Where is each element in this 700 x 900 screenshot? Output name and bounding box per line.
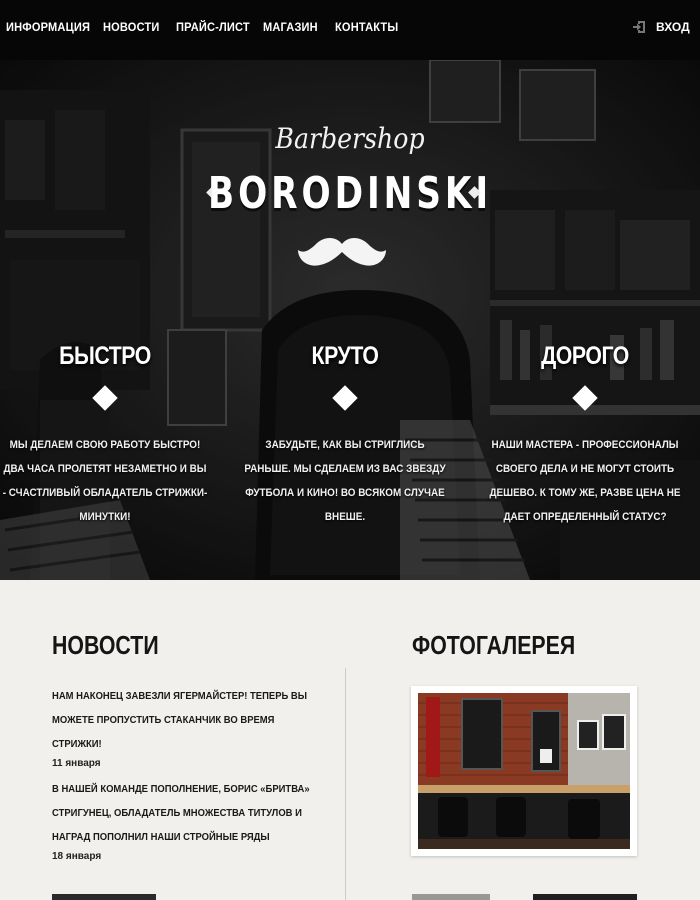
news-item-text[interactable]: В НАШЕЙ КОМАНДЕ ПОПОЛНЕНИЕ, БОРИС «БРИТВ…: [52, 777, 322, 849]
barbershop-script-title: Barbershop: [275, 122, 425, 155]
news-heading: НОВОСТИ: [52, 630, 159, 660]
news-item-text[interactable]: НАМ НАКОНЕЦ ЗАВЕЗЛИ ЯГЕРМАЙСТЕР! ТЕПЕРЬ …: [52, 684, 322, 756]
feature-title: КРУТО: [311, 342, 379, 370]
nav-item-shop[interactable]: МАГАЗИН: [263, 20, 318, 34]
login-button[interactable]: ВХОД: [632, 19, 690, 35]
feature-cool: КРУТО ЗАБУДЬТЕ, КАК ВЫ СТРИГЛИСЬ РАНЬШЕ.…: [230, 342, 460, 529]
gallery-next-button[interactable]: [533, 894, 637, 900]
mustache-icon: [298, 238, 386, 266]
login-icon: [633, 21, 645, 33]
nav-item-news[interactable]: НОВОСТИ: [103, 20, 160, 34]
content-section: НОВОСТИ ФОТОГАЛЕРЕЯ НАМ НАКОНЕЦ ЗАВЕЗЛИ …: [0, 580, 700, 900]
feature-title: БЫСТРО: [59, 342, 151, 370]
gallery-prev-button[interactable]: [412, 894, 490, 900]
barbershop-interior-photo: [418, 693, 630, 849]
diamond-icon: [572, 385, 598, 411]
brand-logo-text: BORODINSKI: [207, 168, 492, 219]
feature-text: ЗАБУДЬТЕ, КАК ВЫ СТРИГЛИСЬ РАНЬШЕ. МЫ СД…: [244, 439, 446, 523]
feature-text: НАШИ МАСТЕРА - ПРОФЕССИОНАЛЫ СВОЕГО ДЕЛА…: [489, 439, 681, 523]
gallery-heading: ФОТОГАЛЕРЕЯ: [412, 630, 576, 660]
nav-item-prices[interactable]: ПРАЙС-ЛИСТ: [176, 20, 250, 34]
diamond-icon: [332, 385, 358, 411]
diamond-icon: [92, 385, 118, 411]
nav-item-info[interactable]: ИНФОРМАЦИЯ: [6, 20, 90, 34]
column-divider: [345, 668, 346, 900]
gallery-photo[interactable]: [411, 686, 637, 856]
feature-fast: БЫСТРО МЫ ДЕЛАЕМ СВОЮ РАБОТУ БЫСТРО! ДВА…: [0, 342, 220, 529]
news-item-date: 18 января: [52, 851, 102, 862]
feature-expensive: ДОРОГО НАШИ МАСТЕРА - ПРОФЕССИОНАЛЫ СВОЕ…: [470, 342, 700, 529]
hero-section: Barbershop BORODINSKI БЫСТРО МЫ ДЕЛАЕМ С…: [0, 60, 700, 580]
news-item[interactable]: НАМ НАКОНЕЦ ЗАВЕЗЛИ ЯГЕРМАЙСТЕР! ТЕПЕРЬ …: [52, 684, 322, 769]
news-item-date: 11 января: [52, 758, 101, 769]
news-item[interactable]: В НАШЕЙ КОМАНДЕ ПОПОЛНЕНИЕ, БОРИС «БРИТВ…: [52, 777, 322, 862]
news-button[interactable]: [52, 894, 156, 900]
top-navigation: ИНФОРМАЦИЯ НОВОСТИ ПРАЙС-ЛИСТ МАГАЗИН КО…: [0, 0, 700, 60]
feature-text: МЫ ДЕЛАЕМ СВОЮ РАБОТУ БЫСТРО! ДВА ЧАСА П…: [2, 439, 208, 523]
feature-title: ДОРОГО: [541, 342, 629, 370]
nav-item-contacts[interactable]: КОНТАКТЫ: [335, 20, 398, 34]
login-label: ВХОД: [656, 20, 690, 34]
